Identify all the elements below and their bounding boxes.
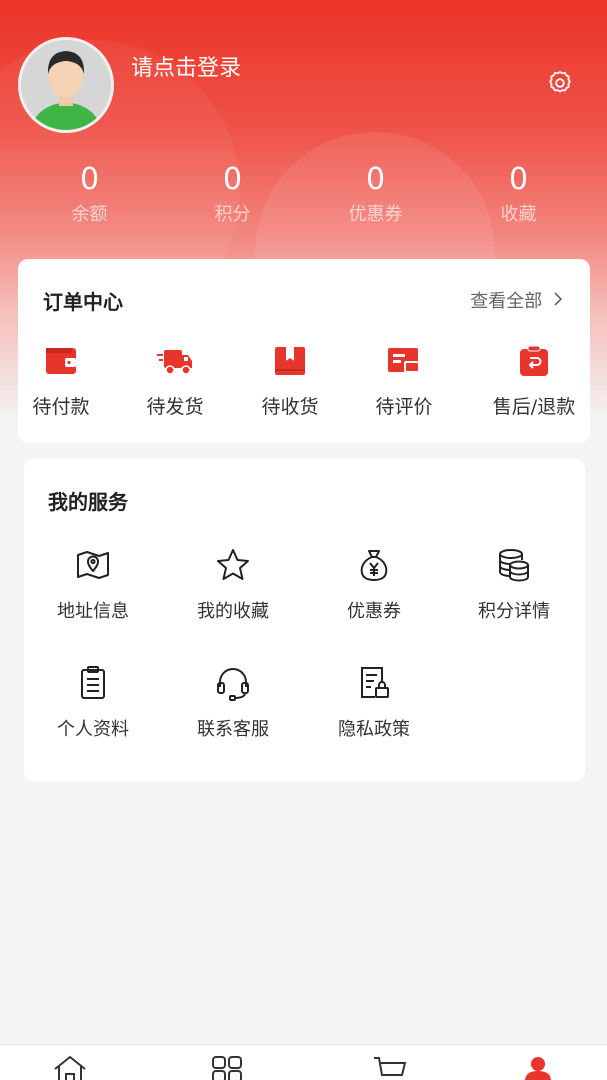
service-label: 地址信息 [57,601,129,622]
service-customer-support[interactable]: 联系客服 [168,665,298,741]
order-refund[interactable]: 售后/退款 [479,344,589,419]
order-item-label: 待评价 [375,396,433,418]
document-lock-icon [361,667,389,698]
service-label: 隐私政策 [338,719,410,740]
order-pending-shipment[interactable]: 待发货 [120,344,230,419]
cart-icon [374,1057,407,1076]
stat-label: 余额 [71,204,108,225]
service-coupons[interactable]: 优惠券 [309,547,439,623]
headset-icon [217,668,249,701]
stat-value: 0 [79,162,100,197]
stat-coupons[interactable]: 0 优惠券 [304,160,447,230]
bottom-tab-bar [0,1044,607,1080]
stat-balance[interactable]: 0 余额 [18,160,161,230]
service-address[interactable]: 地址信息 [28,547,158,623]
stat-value: 0 [365,162,386,197]
delivery-truck-icon [157,350,192,375]
wallet-icon [46,348,76,374]
package-box-icon [275,347,305,375]
order-item-label: 待收货 [261,396,319,418]
stat-label: 收藏 [500,204,537,225]
home-icon [54,1055,86,1080]
review-card-icon [388,348,420,373]
money-bag-icon [360,550,388,581]
stats-bar: 0 余额 0 积分 0 优惠券 0 收藏 [0,160,607,240]
my-services-title: 我的服务 [48,490,128,514]
tab-profile[interactable] [520,1055,560,1080]
order-pending-receipt[interactable]: 待收货 [235,344,345,419]
clipboard-icon [81,666,105,699]
service-label: 优惠券 [347,601,401,622]
order-item-label: 待付款 [32,396,90,418]
stat-favorites[interactable]: 0 收藏 [447,160,590,230]
user-icon [525,1057,551,1080]
gear-icon[interactable] [546,69,574,97]
service-profile[interactable]: 个人资料 [28,665,158,741]
category-grid-icon [212,1056,242,1080]
chevron-right-icon [554,292,563,306]
coin-stack-icon [499,549,529,582]
tab-home[interactable] [52,1055,92,1080]
tab-category[interactable] [209,1055,249,1080]
order-center-card: 订单中心 查看全部 待付款 待发货 待收货 待评价 售后/退款 [18,259,590,443]
service-label: 积分详情 [478,601,550,622]
avatar[interactable] [18,37,114,133]
order-pending-review[interactable]: 待评价 [349,344,459,419]
view-all-label: 查看全部 [470,291,543,312]
service-label: 联系客服 [197,719,269,740]
order-pending-payment[interactable]: 待付款 [6,344,116,419]
stat-label: 优惠券 [348,204,403,225]
refund-bag-icon [520,345,548,376]
service-favorites[interactable]: 我的收藏 [168,547,298,623]
service-privacy-policy[interactable]: 隐私政策 [309,665,439,741]
order-center-title: 订单中心 [43,290,123,314]
view-all-orders-link[interactable]: 查看全部 [470,287,564,313]
service-points[interactable]: 积分详情 [449,547,579,623]
order-item-label: 待发货 [146,396,204,418]
map-pin-icon [77,551,109,579]
stat-label: 积分 [214,204,251,225]
my-services-card: 我的服务 地址信息 我的收藏 优惠券 积分详情 个人资料 联系客服 隐私政策 [24,459,585,781]
stat-value: 0 [508,162,529,197]
stat-points[interactable]: 0 积分 [161,160,304,230]
stat-value: 0 [222,162,243,197]
star-icon [217,549,249,580]
order-item-label: 售后/退款 [492,396,576,418]
login-prompt[interactable]: 请点击登录 [131,50,241,82]
tab-cart[interactable] [372,1055,412,1080]
service-label: 我的收藏 [197,601,269,622]
default-avatar-icon [21,40,111,130]
service-label: 个人资料 [57,719,129,740]
